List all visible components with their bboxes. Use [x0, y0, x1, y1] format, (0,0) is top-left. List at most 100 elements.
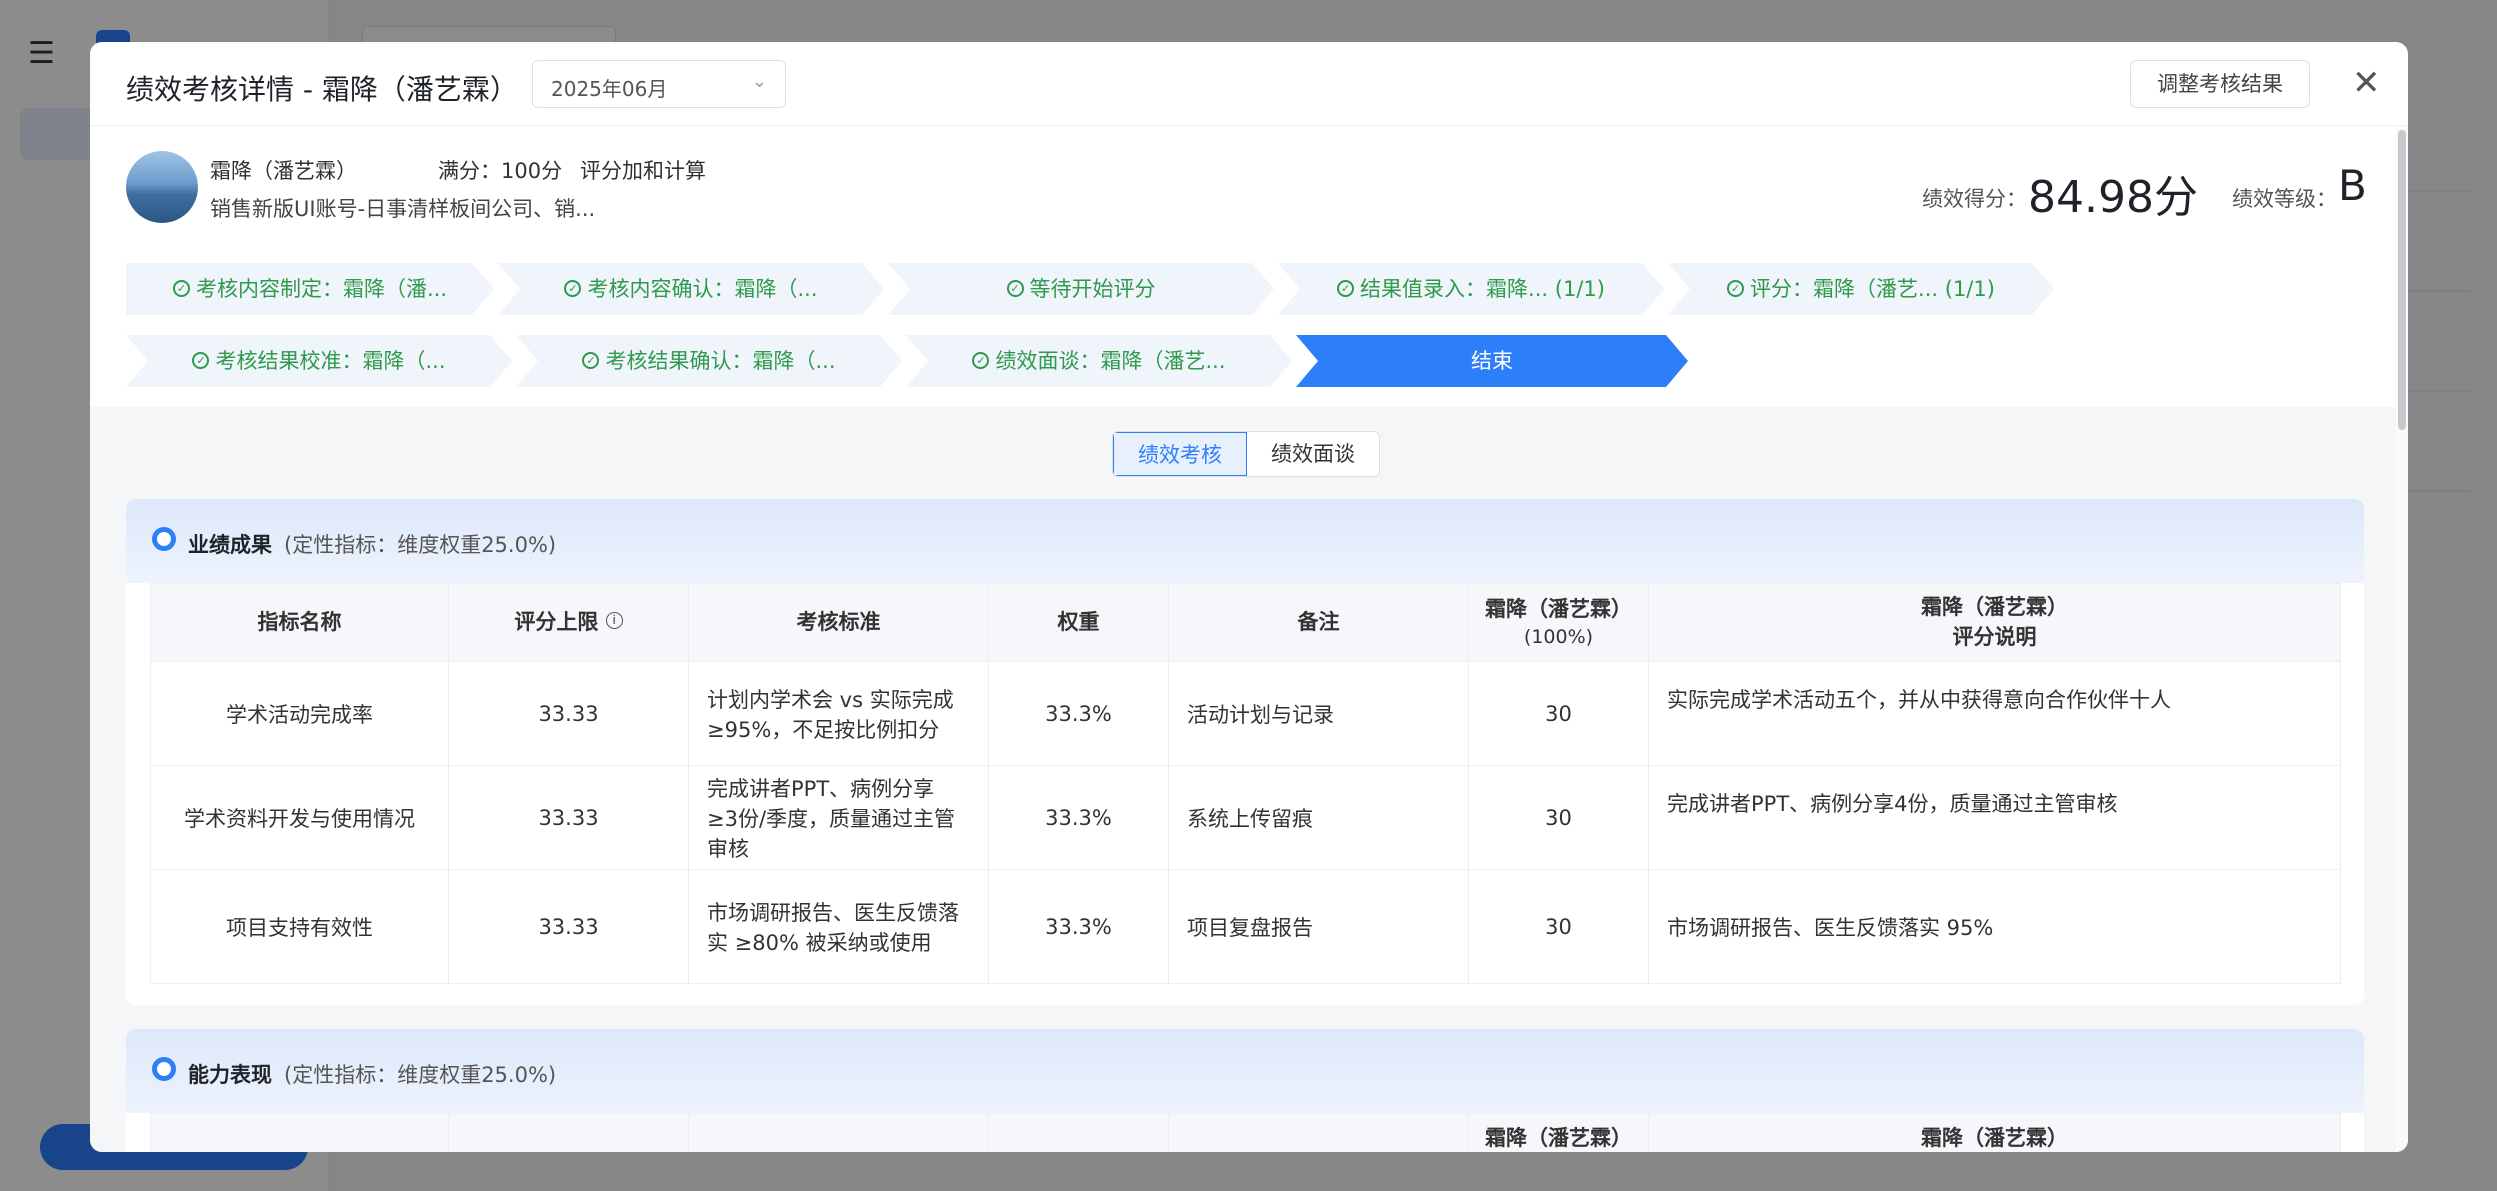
content-area: 绩效考核 绩效面谈 业绩成果 (定性指标：维度权重25.0%) 指标名称 评分上… — [90, 407, 2408, 1152]
cell-comment: 市场调研报告、医生反馈落实 95% — [1648, 869, 2341, 984]
step-item[interactable]: ✓ 等待开始评分 — [888, 263, 1274, 315]
col-header-limit: 评分上限 i — [448, 583, 689, 662]
adjust-result-button[interactable]: 调整考核结果 — [2130, 60, 2310, 108]
cell-standard: 市场调研报告、医生反馈落实 ≥80% 被采纳或使用 — [688, 869, 989, 984]
col-header-comment: 霜降（潘艺霖） — [1648, 1113, 2341, 1152]
tab-performance[interactable]: 绩效考核 — [1113, 432, 1247, 476]
check-circle-icon: ✓ — [972, 352, 989, 369]
cell-limit: 33.33 — [448, 869, 689, 984]
col-header-scorer: 霜降（潘艺霖） — [1468, 1113, 1649, 1152]
step-item[interactable]: ✓ 结果值录入：霜降... (1/1) — [1278, 263, 1664, 315]
cell-weight: 33.3% — [988, 765, 1169, 870]
score-label: 绩效得分： — [1922, 187, 2027, 211]
close-icon[interactable]: ✕ — [2352, 60, 2381, 106]
scorer-name: 霜降（潘艺霖） — [1485, 596, 1632, 621]
cell-standard: 计划内学术会 vs 实际完成 ≥95%，不足按比例扣分 — [688, 661, 989, 766]
step-label: 等待开始评分 — [1029, 277, 1156, 301]
step-item[interactable]: ✓ 考核内容制定：霜降（潘... — [126, 263, 494, 315]
cell-score: 30 — [1468, 869, 1649, 984]
col-header-name: 指标名称 — [150, 583, 449, 662]
cell-name: 项目支持有效性 — [150, 869, 449, 984]
col-header-weight: 权重 — [988, 583, 1169, 662]
section-header: 业绩成果 (定性指标：维度权重25.0%) — [126, 499, 2364, 583]
modal-body: 霜降（潘艺霖） 满分：100分 评分加和计算 销售新版UI账号-日事清样板间公司… — [90, 127, 2408, 1152]
section-subtitle: (定性指标：维度权重25.0%) — [284, 533, 557, 557]
cell-name: 学术活动完成率 — [150, 661, 449, 766]
performance-detail-modal: 绩效考核详情 - 霜降（潘艺霖） 2025年06月 ⌄ 调整考核结果 ✕ 霜降（… — [90, 42, 2408, 1152]
col-header-note: 备注 — [1168, 583, 1469, 662]
comment-scorer: 霜降（潘艺霖） — [1921, 595, 2068, 620]
cell-weight: 33.3% — [988, 661, 1169, 766]
col-header-standard: 考核标准 — [688, 583, 989, 662]
tab-interview[interactable]: 绩效面谈 — [1247, 432, 1379, 476]
scrollbar-thumb[interactable] — [2398, 130, 2406, 430]
cell-comment: 实际完成学术活动五个，并从中获得意向合作伙伴十人 — [1648, 661, 2341, 766]
col-header-standard — [688, 1113, 989, 1152]
comment-title: 评分说明 — [1952, 624, 2037, 649]
grade-label: 绩效等级： — [2232, 187, 2337, 211]
indicator-table: 霜降（潘艺霖） 霜降（潘艺霖） — [150, 1113, 2341, 1152]
section-title: 业绩成果 — [188, 533, 272, 557]
table-header-row: 指标名称 评分上限 i 考核标准 权重 备注 霜降（潘艺霖） (100%) 霜降（… — [150, 583, 2341, 662]
modal-title: 绩效考核详情 - 霜降（潘艺霖） — [126, 73, 518, 106]
check-circle-icon: ✓ — [1337, 280, 1354, 297]
col-header-limit — [448, 1113, 689, 1152]
step-label: 考核内容确认：霜降（... — [587, 277, 818, 301]
check-circle-icon: ✓ — [564, 280, 581, 297]
chevron-down-icon: ⌄ — [751, 71, 767, 92]
cell-note: 活动计划与记录 — [1168, 661, 1469, 766]
check-circle-icon: ✓ — [582, 352, 599, 369]
table-row: 学术资料开发与使用情况 33.33 完成讲者PPT、病例分享 ≥3份/季度，质量… — [150, 765, 2341, 870]
period-value: 2025年06月 — [551, 77, 668, 101]
section-title: 能力表现 — [188, 1063, 272, 1087]
step-item[interactable]: ✓ 评分：霜降（潘艺... (1/1) — [1668, 263, 2054, 315]
cell-name: 学术资料开发与使用情况 — [150, 765, 449, 870]
indicator-table: 指标名称 评分上限 i 考核标准 权重 备注 霜降（潘艺霖） (100%) 霜降（… — [150, 583, 2341, 984]
step-label: 绩效面谈：霜降（潘艺... — [995, 349, 1226, 373]
step-label: 考核结果校准：霜降（... — [215, 349, 446, 373]
step-label: 结束 — [1471, 349, 1513, 373]
cell-standard: 完成讲者PPT、病例分享 ≥3份/季度，质量通过主管审核 — [688, 765, 989, 870]
check-circle-icon: ✓ — [173, 280, 190, 297]
step-item-current[interactable]: 结束 — [1296, 335, 1688, 387]
check-circle-icon: ✓ — [1007, 280, 1024, 297]
cell-score: 30 — [1468, 661, 1649, 766]
cell-comment: 完成讲者PPT、病例分享4份，质量通过主管审核 — [1648, 765, 2341, 870]
step-label: 考核内容制定：霜降（潘... — [195, 277, 448, 301]
target-icon — [152, 527, 176, 551]
step-item[interactable]: ✓ 绩效面谈：霜降（潘艺... — [906, 335, 1292, 387]
score-value: 84.98分 — [2028, 172, 2198, 223]
cell-limit: 33.33 — [448, 661, 689, 766]
cell-weight: 33.3% — [988, 869, 1169, 984]
cell-score: 30 — [1468, 765, 1649, 870]
step-label: 考核结果确认：霜降（... — [605, 349, 836, 373]
step-item[interactable]: ✓ 考核内容确认：霜降（... — [498, 263, 884, 315]
grade-value: B — [2338, 161, 2367, 210]
step-item[interactable]: ✓ 考核结果确认：霜降（... — [516, 335, 902, 387]
step-item[interactable]: ✓ 考核结果校准：霜降（... — [126, 335, 512, 387]
calc-method: 评分加和计算 — [580, 159, 706, 183]
step-label: 评分：霜降（潘艺... (1/1) — [1750, 277, 1995, 301]
table-header-row: 霜降（潘艺霖） 霜降（潘艺霖） — [150, 1113, 2341, 1152]
view-tabs: 绩效考核 绩效面谈 — [1112, 431, 1380, 477]
profile-section: 霜降（潘艺霖） 满分：100分 评分加和计算 销售新版UI账号-日事清样板间公司… — [90, 127, 2408, 407]
section-header: 能力表现 (定性指标：维度权重25.0%) — [126, 1029, 2364, 1113]
modal-header: 绩效考核详情 - 霜降（潘艺霖） 2025年06月 ⌄ 调整考核结果 ✕ — [90, 42, 2408, 126]
section-card-results: 业绩成果 (定性指标：维度权重25.0%) 指标名称 评分上限 i 考核标准 权… — [126, 499, 2364, 1005]
check-circle-icon: ✓ — [1727, 280, 1744, 297]
employee-org: 销售新版UI账号-日事清样板间公司、销... — [210, 197, 596, 221]
target-icon — [152, 1057, 176, 1081]
avatar — [126, 151, 198, 223]
col-header-name — [150, 1113, 449, 1152]
info-icon[interactable]: i — [605, 612, 623, 630]
scorer-weight: (100%) — [1523, 625, 1594, 648]
period-select[interactable]: 2025年06月 ⌄ — [532, 60, 786, 108]
check-circle-icon: ✓ — [192, 352, 209, 369]
cell-limit: 33.33 — [448, 765, 689, 870]
employee-name: 霜降（潘艺霖） — [210, 159, 357, 183]
cell-note: 项目复盘报告 — [1168, 869, 1469, 984]
col-header-weight — [988, 1113, 1169, 1152]
table-row: 学术活动完成率 33.33 计划内学术会 vs 实际完成 ≥95%，不足按比例扣… — [150, 661, 2341, 766]
step-label: 结果值录入：霜降... (1/1) — [1360, 277, 1605, 301]
col-header-note — [1168, 1113, 1469, 1152]
